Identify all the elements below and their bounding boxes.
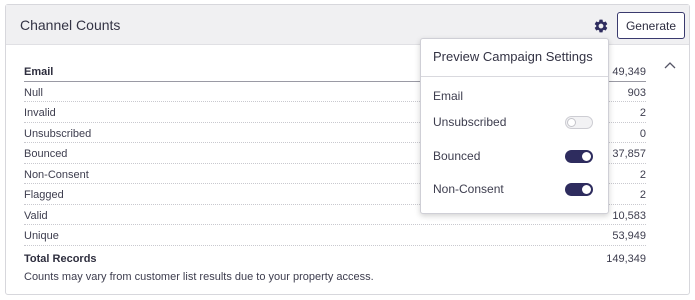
popover-title: Preview Campaign Settings xyxy=(433,49,593,64)
total-value: 149,349 xyxy=(606,252,646,265)
row-label: Invalid xyxy=(24,107,56,119)
row-value: 49,349 xyxy=(612,66,646,78)
toggle-knob xyxy=(567,118,576,127)
row-value: 37,857 xyxy=(612,148,646,160)
popover-divider xyxy=(421,76,608,77)
chevron-up-icon[interactable] xyxy=(663,60,677,70)
row-value: 53,949 xyxy=(612,230,646,242)
row-value: 2 xyxy=(639,168,646,181)
row-value: 2 xyxy=(639,189,646,201)
table-row: Unique 53,949 xyxy=(24,225,646,246)
row-label: Null xyxy=(24,86,43,99)
row-value: 0 xyxy=(639,127,646,140)
counts-disclaimer: Counts may vary from customer list resul… xyxy=(24,271,374,283)
setting-row-non-consent: Non-Consent xyxy=(433,181,593,197)
gear-icon[interactable] xyxy=(593,18,609,34)
setting-label: Bounced xyxy=(433,149,481,163)
total-row: Total Records 149,349 xyxy=(24,246,646,268)
bounced-toggle[interactable] xyxy=(565,150,593,163)
generate-button[interactable]: Generate xyxy=(617,12,685,39)
row-value: 2 xyxy=(639,107,646,119)
row-label: Unsubscribed xyxy=(24,127,92,140)
setting-row-unsubscribed: Unsubscribed xyxy=(433,114,593,130)
total-label: Total Records xyxy=(24,252,97,265)
row-value: 903 xyxy=(627,86,646,99)
setting-label: Non-Consent xyxy=(433,182,504,196)
campaign-settings-popover: Preview Campaign Settings Email Unsubscr… xyxy=(420,38,609,214)
row-label: Bounced xyxy=(24,148,68,160)
toggle-knob xyxy=(582,185,591,194)
row-label: Unique xyxy=(24,230,59,242)
row-label: Non-Consent xyxy=(24,168,89,181)
toggle-knob xyxy=(582,152,591,161)
unsubscribed-toggle[interactable] xyxy=(565,116,593,129)
setting-row-bounced: Bounced xyxy=(433,148,593,164)
row-label: Valid xyxy=(24,209,48,222)
panel-title: Channel Counts xyxy=(20,17,121,33)
popover-section-label: Email xyxy=(433,89,464,103)
row-label: Flagged xyxy=(24,189,64,201)
non-consent-toggle[interactable] xyxy=(565,183,593,196)
row-value: 10,583 xyxy=(612,209,646,222)
row-label: Email xyxy=(24,66,54,78)
setting-label: Unsubscribed xyxy=(433,115,507,129)
